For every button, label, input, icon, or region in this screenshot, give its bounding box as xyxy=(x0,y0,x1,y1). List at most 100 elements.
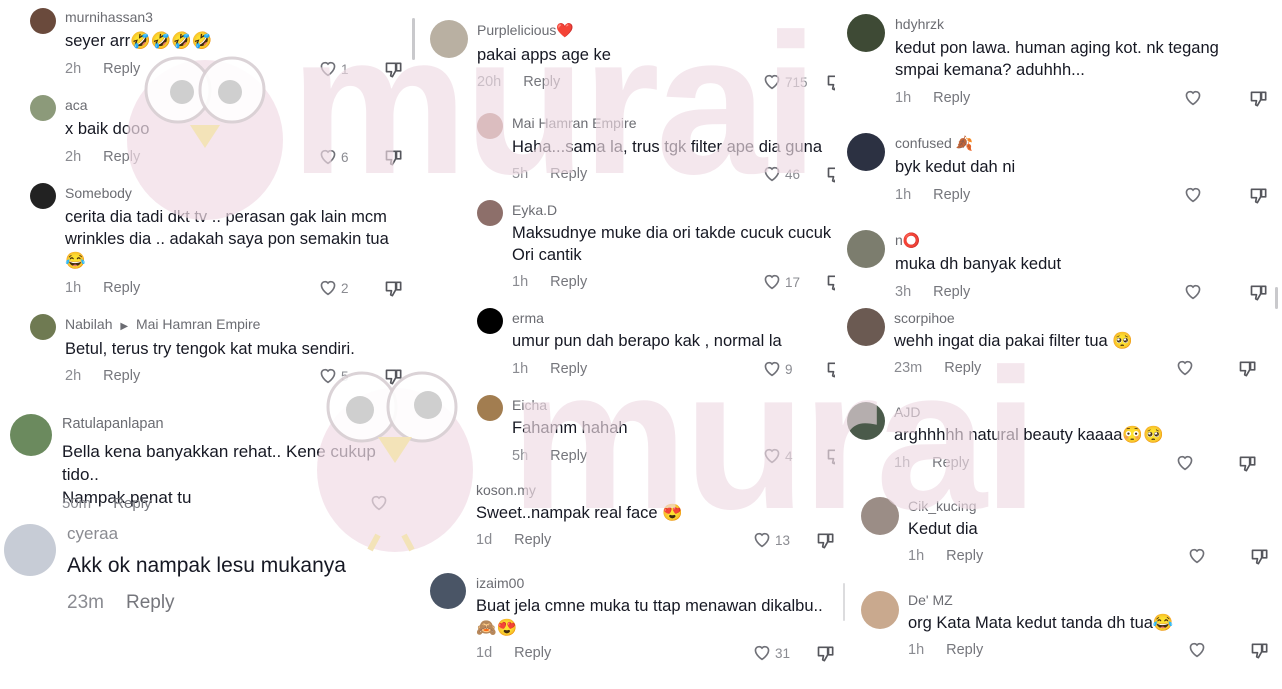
reply-button[interactable]: Reply xyxy=(550,448,587,464)
avatar[interactable] xyxy=(847,14,885,52)
comment-username[interactable]: n⭕ xyxy=(895,232,920,249)
comment-username[interactable]: Mai Hamran Empire xyxy=(512,115,636,131)
comment-username[interactable]: hdyhrzk xyxy=(895,16,944,32)
reply-button[interactable]: Reply xyxy=(932,455,969,471)
reply-button[interactable]: Reply xyxy=(933,284,970,300)
comment-username[interactable]: erma xyxy=(512,310,544,326)
dislike-button[interactable] xyxy=(1249,283,1269,308)
comment-username[interactable]: murnihassan3 xyxy=(65,9,153,25)
comment-username[interactable]: cyeraa xyxy=(67,524,118,544)
avatar[interactable] xyxy=(30,183,56,209)
like-button[interactable] xyxy=(1175,358,1195,379)
dislike-button[interactable] xyxy=(1250,641,1270,666)
comment-username[interactable]: Somebody xyxy=(65,185,132,201)
scrollbar[interactable] xyxy=(412,18,415,60)
comment-username[interactable]: aca xyxy=(65,97,88,113)
dislike-button[interactable] xyxy=(826,273,835,298)
dislike-button[interactable] xyxy=(826,73,835,98)
avatar[interactable] xyxy=(847,402,885,440)
dislike-button[interactable] xyxy=(384,148,404,173)
avatar[interactable] xyxy=(30,95,56,121)
reply-button[interactable]: Reply xyxy=(946,548,983,564)
comment-username[interactable]: scorpihoe xyxy=(894,310,955,326)
comment-username[interactable]: Eicha xyxy=(512,397,547,413)
reply-button[interactable]: Reply xyxy=(946,642,983,658)
avatar[interactable] xyxy=(861,591,899,629)
dislike-button[interactable] xyxy=(816,531,835,556)
dislike-button[interactable] xyxy=(816,644,835,669)
like-button[interactable]: 31 xyxy=(752,643,790,664)
reply-button[interactable]: Reply xyxy=(550,361,587,377)
reply-button[interactable]: Reply xyxy=(113,495,151,512)
like-button[interactable]: 4 xyxy=(762,446,793,467)
dislike-button[interactable] xyxy=(1238,359,1258,384)
reply-button[interactable]: Reply xyxy=(514,645,551,661)
avatar[interactable] xyxy=(861,497,899,535)
like-button[interactable] xyxy=(1183,88,1203,109)
dislike-button[interactable] xyxy=(1249,186,1269,211)
reply-to-username[interactable]: Mai Hamran Empire xyxy=(136,316,260,332)
dislike-button[interactable] xyxy=(384,60,404,85)
avatar[interactable] xyxy=(477,200,503,226)
dislike-button[interactable] xyxy=(1238,454,1258,479)
like-button[interactable]: 46 xyxy=(762,164,800,185)
dislike-button[interactable] xyxy=(384,367,404,392)
avatar[interactable] xyxy=(30,314,56,340)
avatar[interactable] xyxy=(477,113,503,139)
reply-button[interactable]: Reply xyxy=(550,166,587,182)
like-button[interactable] xyxy=(1187,546,1207,567)
reply-button[interactable]: Reply xyxy=(514,532,551,548)
comment-username[interactable]: Cik_kucing xyxy=(908,498,976,514)
dislike-button[interactable] xyxy=(826,447,835,472)
like-button[interactable]: 9 xyxy=(762,359,793,380)
reply-button[interactable]: Reply xyxy=(103,149,140,165)
avatar[interactable] xyxy=(477,395,503,421)
like-button[interactable] xyxy=(1187,640,1207,661)
like-button[interactable]: 2 xyxy=(318,278,349,299)
reply-button[interactable]: Reply xyxy=(944,360,981,376)
comment-username[interactable]: confused 🍂 xyxy=(895,135,973,152)
reply-button[interactable]: Reply xyxy=(523,74,560,90)
dislike-button[interactable] xyxy=(826,165,835,190)
scrollbar[interactable] xyxy=(1275,287,1278,309)
like-button[interactable]: 715 xyxy=(762,72,808,93)
reply-button[interactable]: Reply xyxy=(933,90,970,106)
comment-text: org Kata Mata kedut tanda dh tua😂 xyxy=(908,614,1174,632)
avatar[interactable] xyxy=(847,133,885,171)
comment-username[interactable]: De' MZ xyxy=(908,592,953,608)
avatar[interactable] xyxy=(847,308,885,346)
dislike-button[interactable] xyxy=(384,279,404,304)
dislike-button[interactable] xyxy=(826,360,835,385)
reply-button[interactable]: Reply xyxy=(103,61,140,77)
dislike-button[interactable] xyxy=(1249,89,1269,114)
dislike-button[interactable] xyxy=(1250,547,1270,572)
like-button[interactable] xyxy=(1183,282,1203,303)
comment-username[interactable]: Purplelicious❤️ xyxy=(477,22,574,39)
reply-button[interactable]: Reply xyxy=(103,280,140,296)
like-button[interactable] xyxy=(1175,453,1195,474)
avatar[interactable] xyxy=(10,414,52,456)
avatar[interactable] xyxy=(847,230,885,268)
comment-username-link[interactable]: Nabilah xyxy=(65,316,112,332)
avatar[interactable] xyxy=(4,524,56,576)
avatar[interactable] xyxy=(30,8,56,34)
comment-username[interactable]: izaim00 xyxy=(476,575,524,591)
avatar[interactable] xyxy=(430,20,468,58)
comment-username[interactable]: koson.my xyxy=(476,482,536,498)
comment-username[interactable]: Ratulapanlapan xyxy=(62,416,164,432)
like-button[interactable]: 1 xyxy=(318,59,349,80)
like-button[interactable]: 5 xyxy=(318,366,349,387)
reply-button[interactable]: Reply xyxy=(933,187,970,203)
like-button[interactable] xyxy=(1183,185,1203,206)
comment-username[interactable]: Eyka.D xyxy=(512,202,557,218)
like-button[interactable]: 17 xyxy=(762,272,800,293)
reply-button[interactable]: Reply xyxy=(550,274,587,290)
like-button[interactable]: 6 xyxy=(318,147,349,168)
avatar[interactable] xyxy=(477,308,503,334)
reply-button[interactable]: Reply xyxy=(103,368,140,384)
like-button[interactable] xyxy=(369,493,392,514)
avatar[interactable] xyxy=(430,573,466,609)
like-button[interactable]: 13 xyxy=(752,530,790,551)
reply-button[interactable]: Reply xyxy=(126,592,175,613)
comment-username[interactable]: AJD xyxy=(894,404,920,420)
